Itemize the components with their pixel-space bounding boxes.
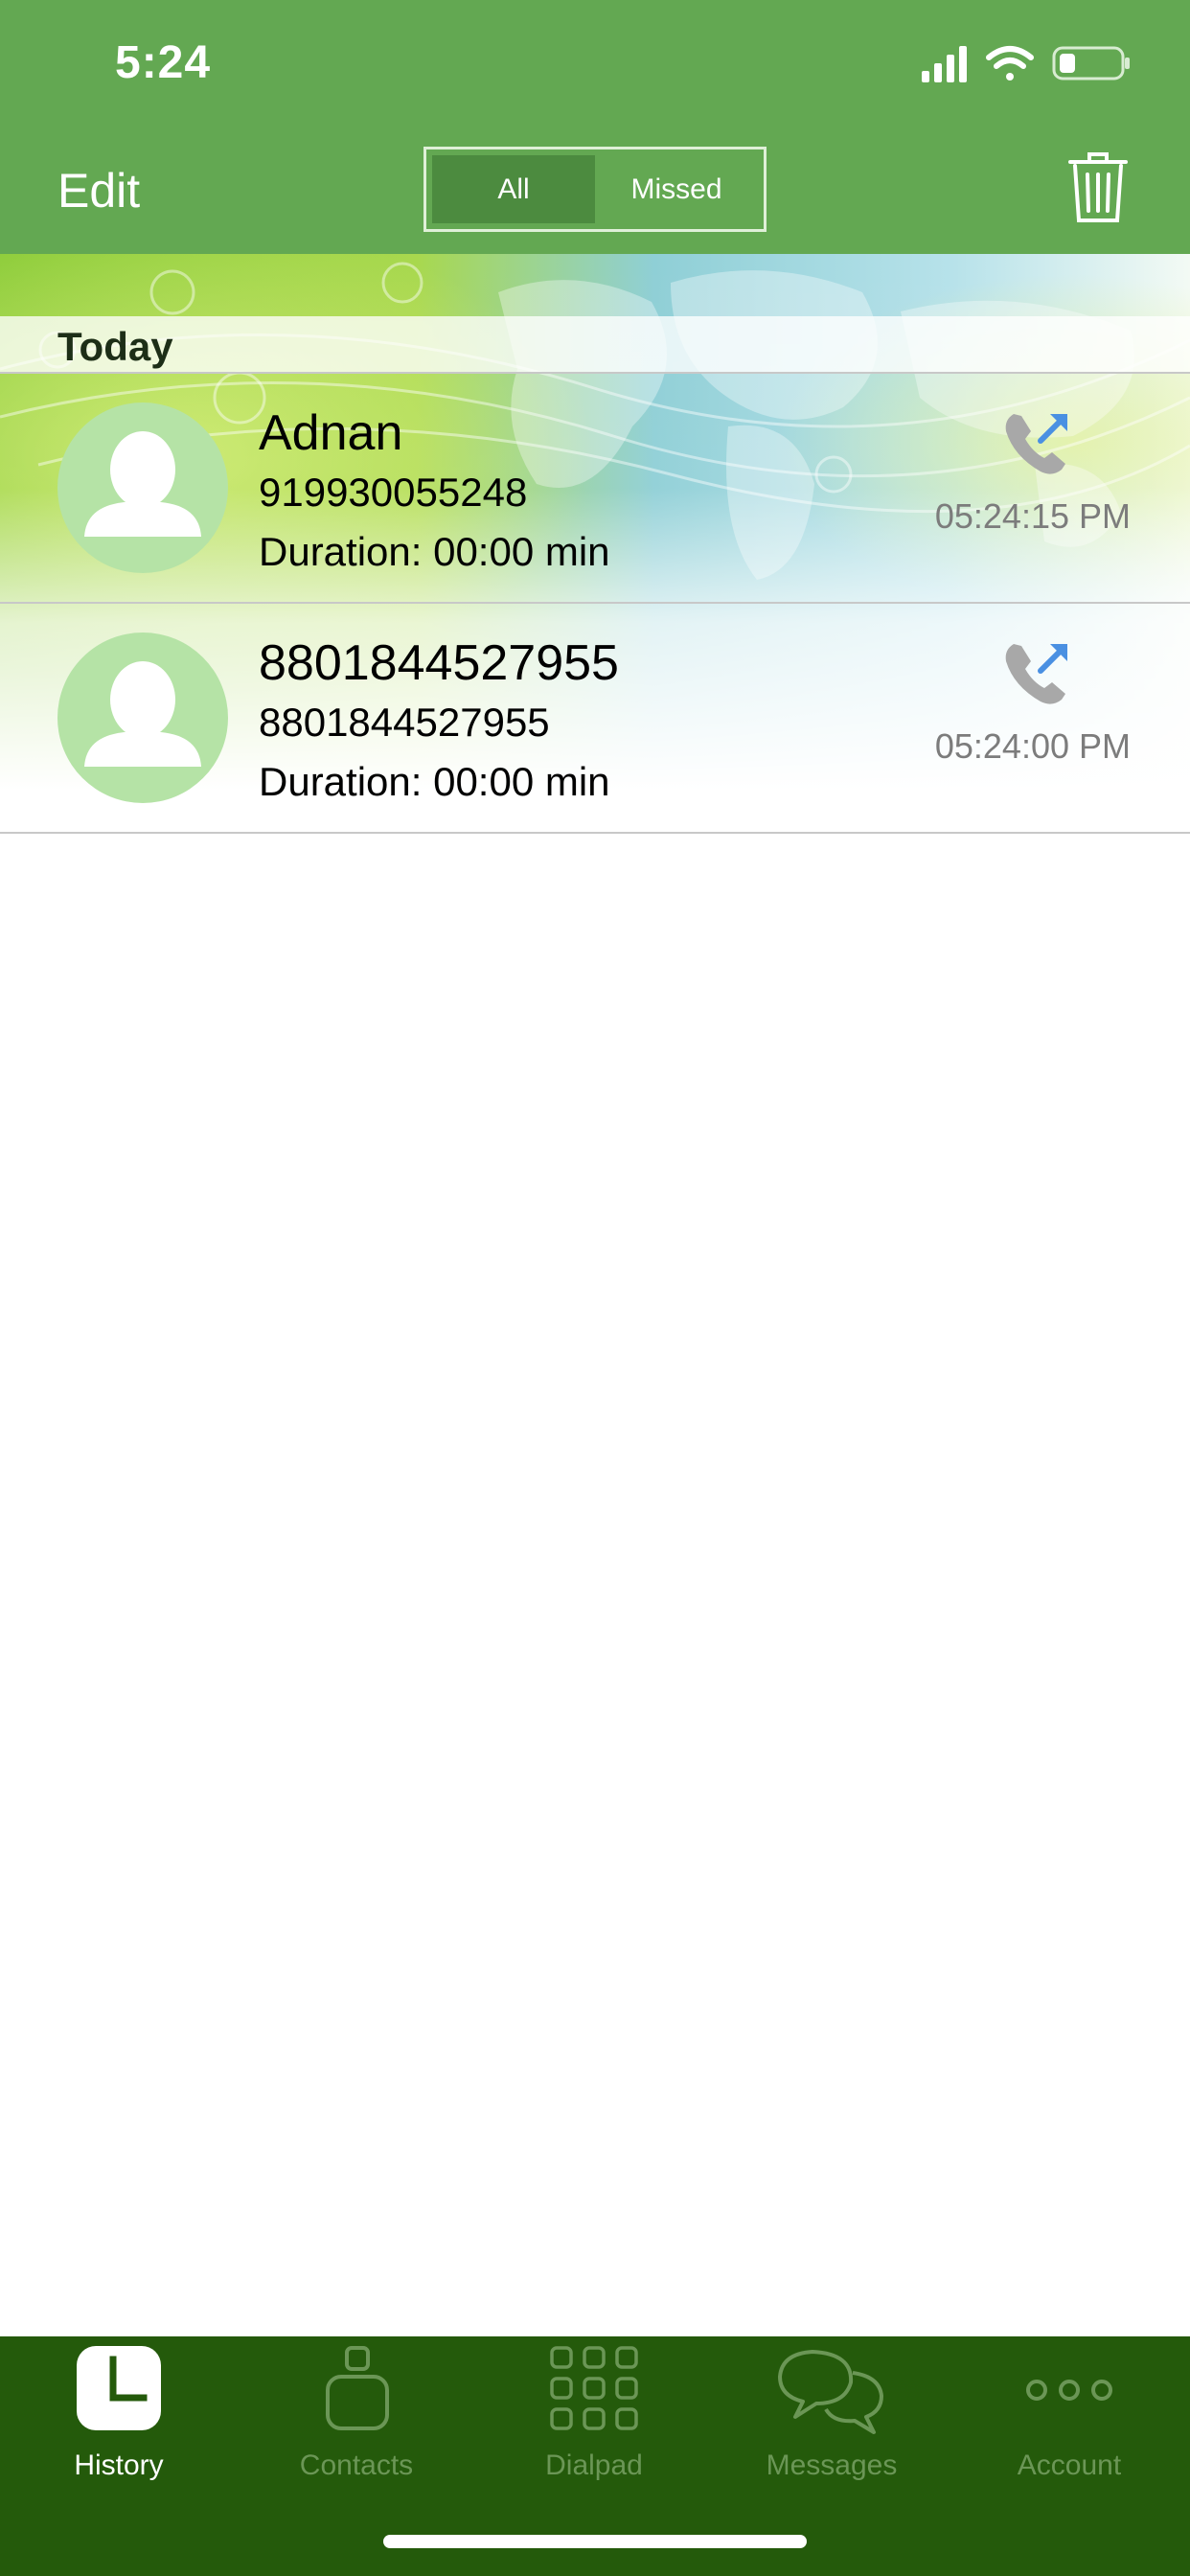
call-duration: Duration: 00:00 min — [259, 529, 610, 574]
contact-number: 919930055248 — [259, 470, 528, 515]
wifi-icon — [986, 46, 1034, 80]
signal-icon — [922, 46, 967, 82]
contact-name: Adnan — [259, 405, 403, 461]
section-header-today: Today — [0, 316, 1190, 374]
tab-contacts[interactable]: Contacts — [238, 2344, 475, 2497]
call-time: 05:24:00 PM — [934, 726, 1131, 766]
segment-missed[interactable]: Missed — [595, 155, 758, 223]
section-title: Today — [57, 324, 173, 369]
tab-label: History — [74, 2450, 164, 2481]
call-filter-segmented-control: All Missed — [423, 147, 767, 232]
status-icons — [922, 46, 1130, 82]
person-silhouette-icon — [84, 431, 201, 537]
clock-icon — [77, 2346, 161, 2430]
status-time: 5:24 — [115, 37, 212, 88]
top-header: 5:24 Edit All Missed — [0, 0, 1190, 254]
segment-all[interactable]: All — [432, 155, 595, 223]
outgoing-call-icon[interactable] — [996, 632, 1077, 713]
battery-icon — [1052, 46, 1130, 80]
call-time: 05:24:15 PM — [934, 496, 1131, 536]
contact-number: 8801844527955 — [259, 700, 550, 745]
tab-dialpad[interactable]: Dialpad — [475, 2344, 713, 2497]
call-row[interactable]: Adnan 919930055248 Duration: 00:00 min 0… — [0, 374, 1190, 604]
outgoing-call-icon[interactable] — [996, 402, 1077, 483]
call-row[interactable]: 8801844527955 8801844527955 Duration: 00… — [0, 604, 1190, 834]
contact-icon — [326, 2346, 389, 2430]
avatar — [57, 402, 228, 573]
trash-icon[interactable] — [1066, 151, 1130, 224]
tab-label: Messages — [766, 2450, 898, 2481]
home-indicator — [383, 2535, 807, 2548]
dialpad-icon — [550, 2346, 638, 2430]
tab-label: Account — [1017, 2450, 1122, 2481]
call-duration: Duration: 00:00 min — [259, 759, 610, 804]
person-silhouette-icon — [84, 661, 201, 767]
tab-label: Dialpad — [545, 2450, 643, 2481]
tab-account[interactable]: Account — [950, 2344, 1188, 2497]
tab-label: Contacts — [299, 2450, 414, 2481]
tab-history[interactable]: History — [0, 2344, 238, 2497]
edit-button[interactable]: Edit — [57, 163, 140, 218]
contact-name: 8801844527955 — [259, 635, 619, 691]
avatar — [57, 632, 228, 803]
chat-bubbles-icon — [778, 2350, 883, 2434]
more-dots-icon — [1026, 2380, 1112, 2401]
tab-messages[interactable]: Messages — [713, 2344, 950, 2497]
